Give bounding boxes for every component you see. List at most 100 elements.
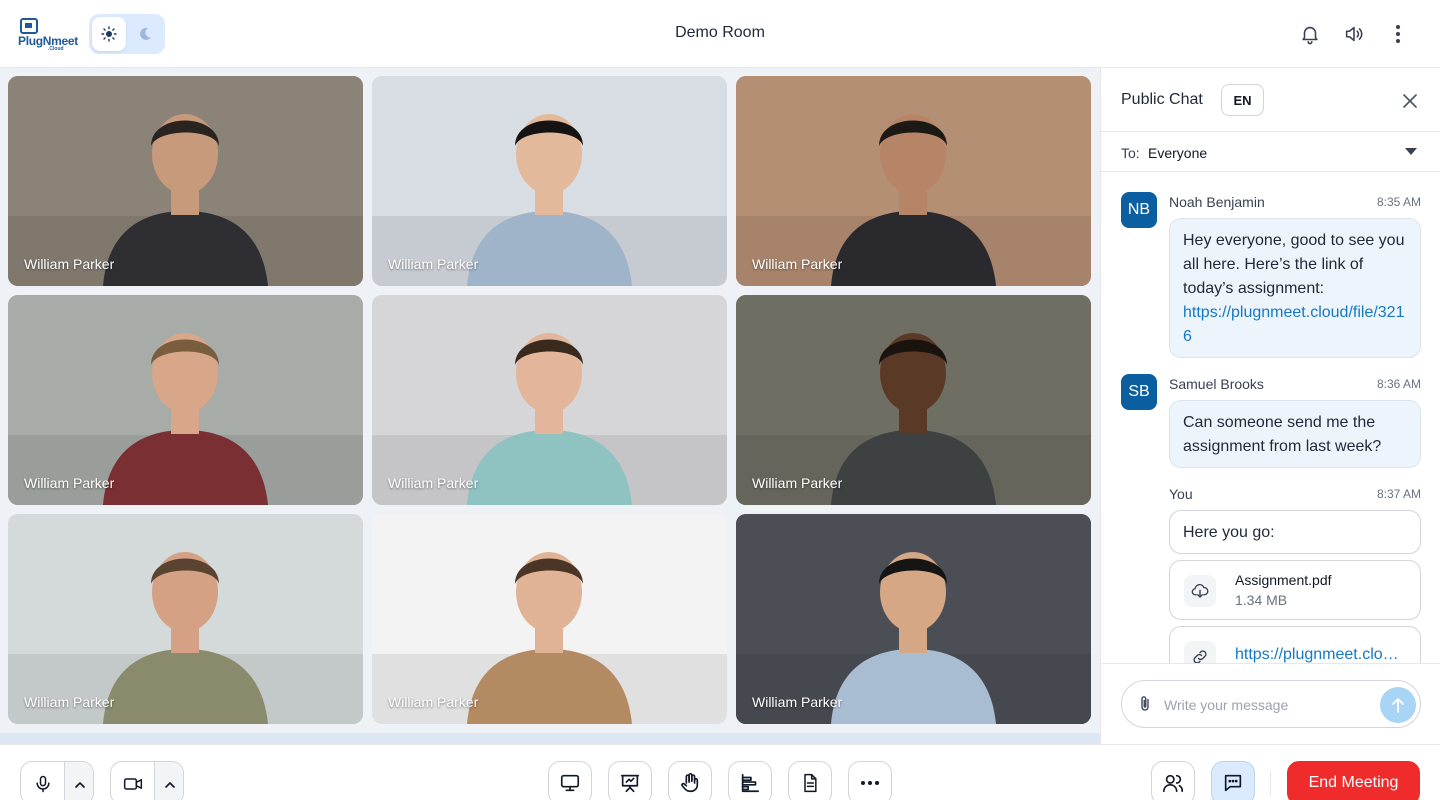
top-header: PlugNmeet .Cloud Demo Room: [0, 0, 1440, 68]
message-list: NB Noah Benjamin 8:35 AM Hey everyone, g…: [1101, 172, 1440, 664]
participant-tile[interactable]: William Parker: [736, 295, 1091, 505]
more-options-button[interactable]: [1384, 20, 1412, 48]
camera-control: [110, 761, 184, 800]
video-grid: William Parker William Parker William Park…: [0, 68, 1100, 744]
close-chat-button[interactable]: [1399, 90, 1421, 112]
document-icon: [804, 773, 817, 793]
chat-title: Public Chat: [1121, 91, 1203, 108]
polls-button[interactable]: [728, 761, 772, 800]
message-input[interactable]: [1164, 693, 1364, 717]
participant-name: William Parker: [388, 256, 479, 272]
video-camera-icon: [123, 778, 142, 790]
attachment-link[interactable]: https://plugnmeet.cloud/file/3217: [1235, 646, 1407, 663]
participant-video: [372, 514, 727, 724]
message-sender: Samuel Brooks: [1169, 376, 1264, 392]
screen-share-button[interactable]: [548, 761, 592, 800]
microphone-control: [20, 761, 94, 800]
participant-video: [8, 76, 363, 286]
participant-video: [8, 514, 363, 724]
message-time: 8:35 AM: [1376, 195, 1421, 209]
theme-toggle: [89, 14, 165, 54]
notification-bell-icon: [1302, 26, 1318, 45]
speaker-button[interactable]: [1340, 20, 1368, 48]
participant-name: William Parker: [388, 694, 479, 710]
poll-bars-icon: [741, 773, 760, 793]
camera-button[interactable]: [111, 762, 154, 800]
room-title: Demo Room: [675, 24, 765, 41]
control-bar: End Meeting: [0, 744, 1440, 800]
logo-sub: .Cloud: [48, 46, 64, 52]
participant-name: William Parker: [752, 694, 843, 710]
notifications-button[interactable]: [1296, 20, 1324, 48]
chat-panel: Public Chat EN To: Everyone NB Noah Benj…: [1100, 68, 1440, 744]
more-horizontal-icon: [861, 781, 879, 785]
microphone-options-button[interactable]: [64, 762, 93, 800]
participant-tile[interactable]: William Parker: [8, 76, 363, 286]
more-actions-button[interactable]: [848, 761, 892, 800]
shared-notes-button[interactable]: [788, 761, 832, 800]
chat-header: Public Chat EN: [1101, 68, 1440, 132]
raise-hand-icon: [681, 773, 699, 793]
footer-divider: [1270, 771, 1271, 795]
participant-video: [8, 295, 363, 505]
recipient-select[interactable]: To: Everyone: [1101, 132, 1440, 172]
presentation-icon: [620, 774, 640, 793]
participant-name: William Parker: [24, 475, 115, 491]
participant-name: William Parker: [752, 475, 843, 491]
message-sender: You: [1169, 486, 1193, 502]
participant-name: William Parker: [24, 694, 115, 710]
participants-button[interactable]: [1151, 761, 1195, 800]
chat-bubble-icon: [1224, 774, 1242, 792]
participant-video: [736, 295, 1091, 505]
message-text: Hey everyone, good to see you all here. …: [1183, 232, 1405, 297]
send-button[interactable]: [1380, 687, 1416, 723]
message-bubble: Hey everyone, good to see you all here. …: [1169, 218, 1421, 358]
participant-tile[interactable]: William Parker: [736, 514, 1091, 724]
participant-tile[interactable]: William Parker: [372, 295, 727, 505]
camera-options-button[interactable]: [154, 762, 183, 800]
participant-tile[interactable]: William Parker: [736, 76, 1091, 286]
message-sender: Noah Benjamin: [1169, 194, 1265, 210]
link-attachment[interactable]: https://plugnmeet.cloud/file/3217: [1169, 626, 1421, 663]
file-attachment[interactable]: Assignment.pdf 1.34 MB: [1169, 560, 1421, 620]
grid-scrollbar[interactable]: [0, 733, 1100, 744]
message-time: 8:36 AM: [1376, 377, 1421, 391]
paperclip-icon[interactable]: [1136, 694, 1154, 714]
light-theme-button[interactable]: [92, 17, 126, 51]
whiteboard-button[interactable]: [608, 761, 652, 800]
caret-down-icon: [1405, 148, 1417, 155]
sun-icon: [101, 26, 117, 42]
close-icon: [1403, 94, 1417, 108]
recipient-value: Everyone: [1148, 145, 1208, 161]
avatar: SB: [1121, 374, 1157, 410]
file-size: 1.34 MB: [1235, 592, 1288, 608]
speaker-volume-icon: [1345, 26, 1363, 42]
participant-video: [736, 76, 1091, 286]
download-icon: [1184, 575, 1216, 607]
participant-name: William Parker: [24, 256, 115, 272]
participant-tile[interactable]: William Parker: [372, 514, 727, 724]
logo-mark-icon: [20, 18, 38, 34]
raise-hand-button[interactable]: [668, 761, 712, 800]
microphone-button[interactable]: [21, 762, 64, 800]
message-time: 8:37 AM: [1376, 487, 1421, 501]
participant-tile[interactable]: William Parker: [372, 76, 727, 286]
participant-tile[interactable]: William Parker: [8, 295, 363, 505]
chevron-up-icon: [164, 781, 175, 788]
link-icon: [1184, 641, 1216, 663]
message-bubble: Can someone send me the assignment from …: [1169, 400, 1421, 468]
more-vertical-icon: [1396, 25, 1400, 43]
dark-theme-button[interactable]: [128, 17, 162, 51]
participant-tile[interactable]: William Parker: [8, 514, 363, 724]
chat-button[interactable]: [1211, 761, 1255, 800]
chevron-up-icon: [74, 781, 85, 788]
moon-icon: [140, 27, 151, 40]
message-bubble: Here you go:: [1169, 510, 1421, 554]
app-logo: PlugNmeet .Cloud: [18, 16, 78, 52]
message-link[interactable]: https://plugnmeet.cloud/file/3216: [1183, 304, 1404, 345]
participant-name: William Parker: [752, 256, 843, 272]
end-meeting-button[interactable]: End Meeting: [1287, 761, 1420, 800]
microphone-icon: [35, 775, 50, 793]
participant-name: William Parker: [388, 475, 479, 491]
language-button[interactable]: EN: [1221, 84, 1264, 116]
